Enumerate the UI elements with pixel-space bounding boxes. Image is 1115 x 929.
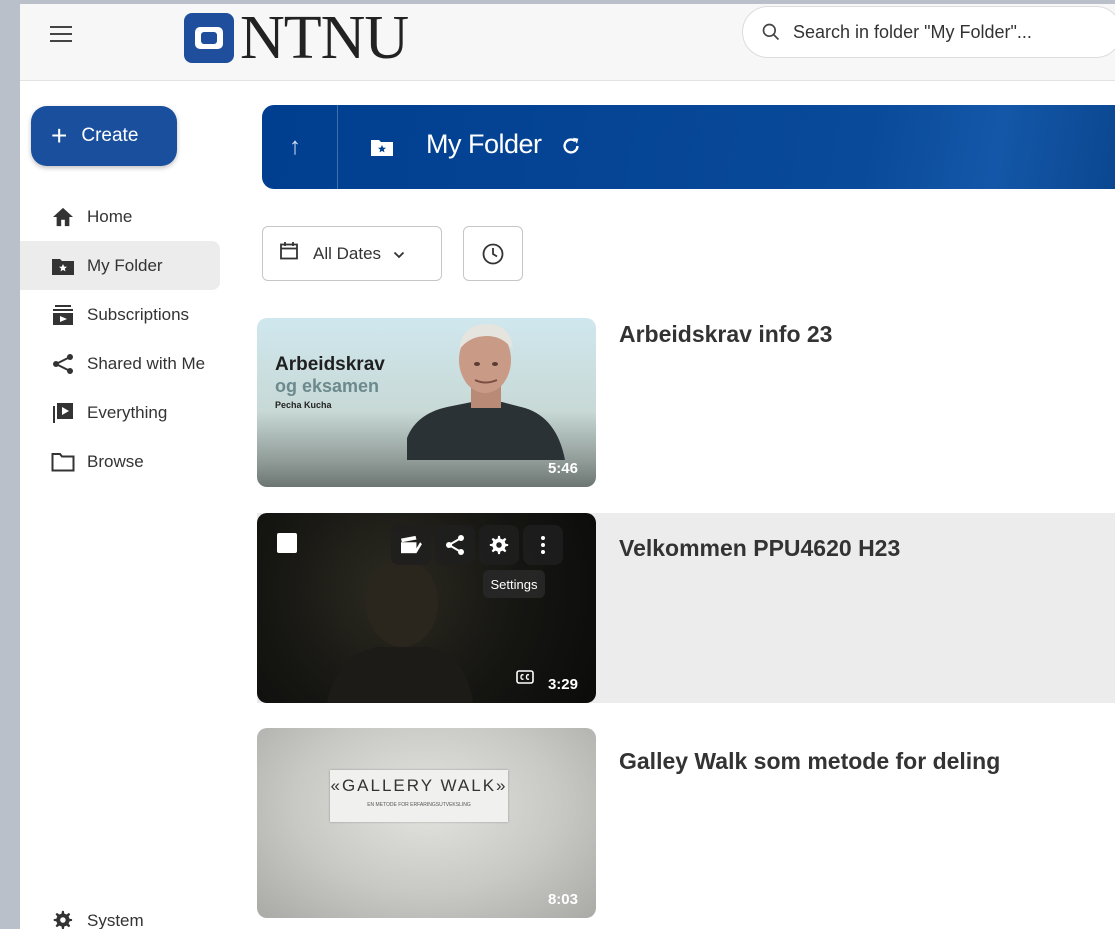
calendar-icon: [279, 241, 299, 266]
date-filter-label: All Dates: [313, 243, 382, 263]
sidebar-item-label: Shared with Me: [87, 353, 206, 373]
folder-star-icon: [51, 254, 75, 278]
search-input[interactable]: [791, 20, 1095, 44]
search-icon: [762, 23, 780, 41]
system-label: System: [87, 911, 144, 929]
recent-clock-button[interactable]: [463, 226, 523, 281]
search-box[interactable]: [742, 6, 1115, 58]
slide-title-card: «GALLERY WALK» EN METODE FOR ERFARINGSUT…: [330, 770, 508, 822]
video-title[interactable]: Galley Walk som metode for deling: [619, 748, 1000, 775]
presenter-image: [407, 324, 565, 460]
closed-captions-icon: [516, 670, 534, 689]
sidebar-item-everything[interactable]: Everything: [20, 388, 220, 437]
gear-icon: [489, 535, 509, 555]
sidebar-item-label: Home: [87, 206, 133, 226]
share-icon: [446, 535, 464, 555]
share-button[interactable]: [435, 525, 475, 565]
video-thumbnail[interactable]: Arbeidskrav og eksamen Pecha Kucha 5:46: [257, 318, 596, 487]
sidebar-item-label: Browse: [87, 451, 144, 471]
more-vert-icon: [541, 536, 545, 554]
up-arrow-icon[interactable]: ↑: [289, 133, 301, 161]
create-label: Create: [81, 125, 139, 146]
presenter-image: [327, 559, 473, 703]
more-options-button[interactable]: [523, 525, 563, 565]
thumb-caption: Pecha Kucha: [275, 400, 332, 410]
video-row: Settings 3:29 Velkommen PPU4620 H23: [257, 513, 1115, 703]
clapperboard-edit-icon: [401, 535, 422, 554]
select-checkbox[interactable]: [277, 533, 297, 553]
sidebar-nav: Home My Folder Subscriptions Shared with…: [20, 192, 220, 486]
slide-subtitle: EN METODE FOR ERFARINGSUTVEKSLING: [367, 802, 471, 808]
video-thumbnail[interactable]: Settings 3:29: [257, 513, 596, 703]
video-title[interactable]: Arbeidskrav info 23: [619, 321, 832, 348]
create-button[interactable]: + Create: [31, 106, 177, 166]
video-duration: 8:03: [547, 891, 578, 908]
slide-title: «GALLERY WALK»: [330, 776, 508, 795]
sidebar-item-shared-with-me[interactable]: Shared with Me: [20, 339, 220, 388]
sidebar-item-home[interactable]: Home: [20, 192, 220, 241]
sidebar-item-subscriptions[interactable]: Subscriptions: [20, 290, 220, 339]
gear-icon: [51, 909, 75, 929]
folder-star-icon: [370, 137, 394, 162]
divider: [337, 105, 338, 189]
sidebar-item-label: My Folder: [87, 255, 163, 275]
ntnu-logo[interactable]: NTNU: [184, 4, 409, 72]
settings-tooltip: Settings: [483, 570, 545, 598]
subscriptions-icon: [51, 303, 75, 327]
video-library-icon: [51, 401, 75, 425]
folder-icon: [51, 450, 75, 474]
sidebar-item-label: Everything: [87, 402, 168, 422]
video-row: «GALLERY WALK» EN METODE FOR ERFARINGSUT…: [257, 728, 1115, 918]
video-thumbnail[interactable]: «GALLERY WALK» EN METODE FOR ERFARINGSUT…: [257, 728, 596, 918]
folder-header: ↑ My Folder: [262, 105, 1115, 189]
refresh-icon[interactable]: [560, 135, 582, 162]
video-actions: [391, 525, 567, 565]
date-filter-dropdown[interactable]: All Dates: [262, 226, 442, 281]
sidebar-item-system[interactable]: System: [51, 909, 144, 929]
logo-mark-icon: [184, 13, 234, 63]
app-window: NTNU + Create Home My Folder Subsc: [20, 4, 1115, 929]
chevron-down-icon: [393, 244, 405, 264]
video-duration: 5:46: [547, 460, 578, 477]
video-duration: 3:29: [547, 676, 578, 693]
plus-icon: +: [51, 120, 68, 151]
edit-video-button[interactable]: [391, 525, 431, 565]
home-icon: [51, 205, 75, 229]
thumb-subtitle: og eksamen: [275, 376, 380, 396]
sidebar-item-my-folder[interactable]: My Folder: [20, 241, 220, 290]
settings-button[interactable]: [479, 525, 519, 565]
sidebar-item-label: Subscriptions: [87, 304, 190, 324]
video-title[interactable]: Velkommen PPU4620 H23: [619, 535, 900, 562]
thumb-title: Arbeidskrav: [275, 354, 385, 375]
menu-icon[interactable]: [50, 26, 72, 44]
top-bar: NTNU: [20, 4, 1115, 81]
logo-text: NTNU: [240, 4, 409, 72]
folder-title: My Folder: [426, 129, 542, 159]
share-icon: [51, 352, 75, 376]
video-row: Arbeidskrav og eksamen Pecha Kucha 5:46 …: [257, 318, 1115, 508]
sidebar-item-browse[interactable]: Browse: [20, 437, 220, 486]
clock-icon: [482, 243, 504, 264]
